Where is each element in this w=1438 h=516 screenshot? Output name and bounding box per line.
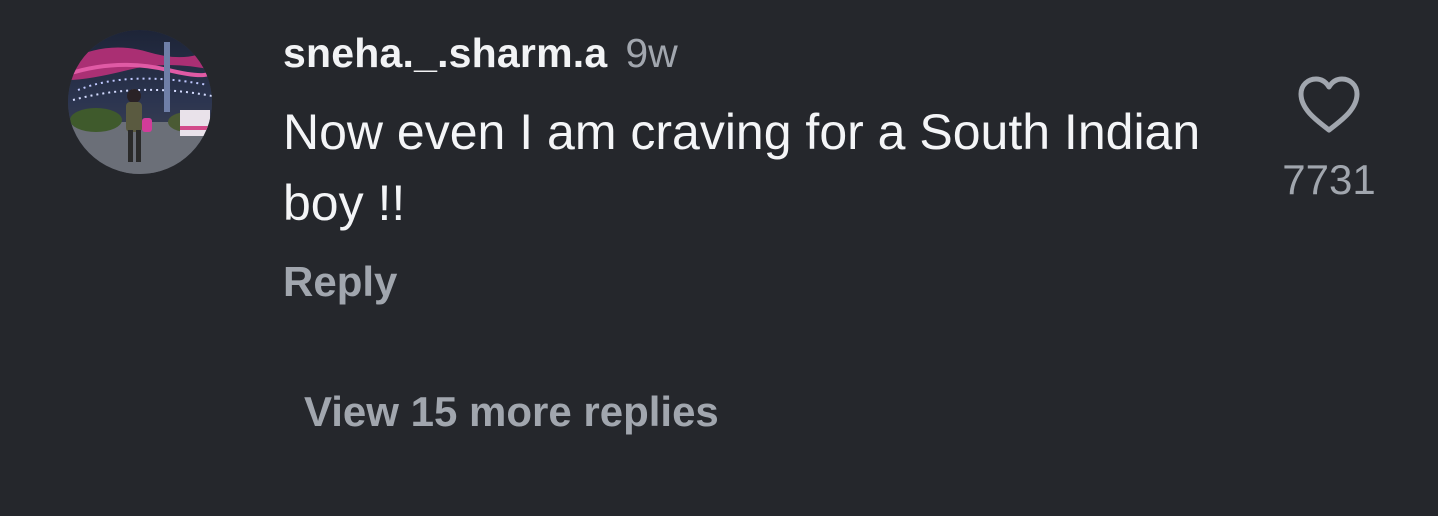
comment-text: Now even I am craving for a South Indian… (283, 104, 1201, 231)
timestamp: 9w (625, 30, 678, 76)
comment-body: sneha._.sharm.a 9w Now even I am craving… (283, 30, 1243, 239)
comment-header: sneha._.sharm.a 9w (283, 30, 1243, 82)
comment-item: sneha._.sharm.a 9w Now even I am craving… (0, 0, 1438, 516)
heart-outline-icon[interactable] (1296, 74, 1362, 136)
username[interactable]: sneha._.sharm.a (283, 30, 607, 77)
reply-button[interactable]: Reply (283, 258, 397, 306)
avatar[interactable] (68, 30, 212, 174)
like-control: 7731 (1270, 74, 1388, 204)
avatar-image (68, 30, 212, 174)
view-more-replies-button[interactable]: View 15 more replies (304, 388, 719, 436)
like-count: 7731 (1282, 156, 1376, 203)
